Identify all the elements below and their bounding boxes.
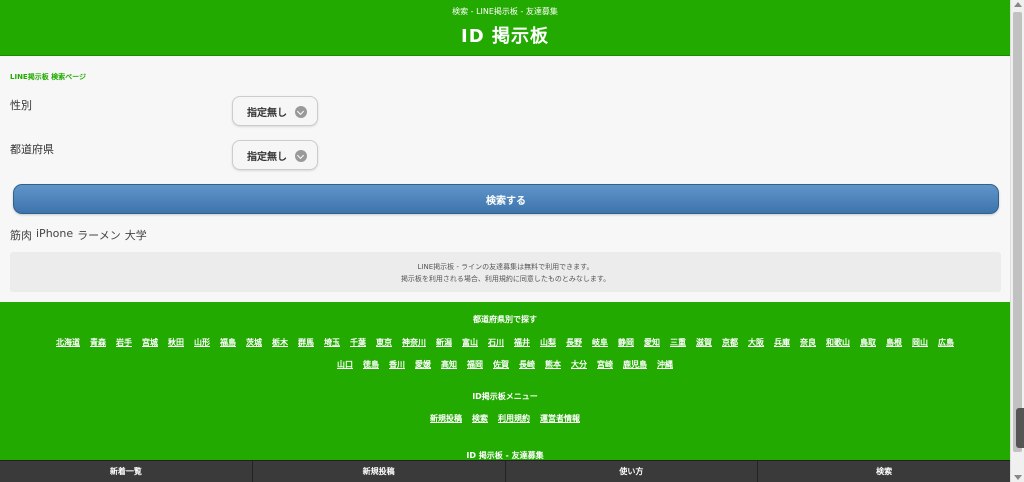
prefecture-link[interactable]: 宮崎 xyxy=(597,359,613,370)
prefecture-link[interactable]: 徳島 xyxy=(363,359,379,370)
chevron-down-icon xyxy=(295,150,307,162)
prefecture-heading: 都道府県別で探す xyxy=(473,315,537,324)
prefecture-link[interactable]: 青森 xyxy=(90,337,106,348)
prefecture-link[interactable]: 鳥取 xyxy=(860,337,876,348)
prefecture-link[interactable]: 大阪 xyxy=(748,337,764,348)
prefecture-link[interactable]: 群馬 xyxy=(298,337,314,348)
gender-select[interactable]: 指定無し xyxy=(232,96,318,126)
prefecture-link[interactable]: 福岡 xyxy=(467,359,483,370)
scrollbar-thumb[interactable] xyxy=(1013,12,1022,452)
prefecture-link[interactable]: 埼玉 xyxy=(324,337,340,348)
prefecture-link[interactable]: 島根 xyxy=(886,337,902,348)
prefecture-select[interactable]: 指定無し xyxy=(232,140,318,170)
prefecture-link[interactable]: 栃木 xyxy=(272,337,288,348)
prefecture-links-row: 北海道 青森 岩手 宮城 秋田 山形 福島 茨城 栃木 群馬 埼玉 千葉 東京 神奈川 新潟 富山 石川 福井 山梨… xyxy=(0,337,1010,348)
menu-link-new-post[interactable]: 新規投稿 xyxy=(430,413,462,424)
prefecture-link[interactable]: 滋賀 xyxy=(696,337,712,348)
notice-line: LINE掲示板 - ラインの友達募集は無料で利用できます。 xyxy=(417,263,594,271)
prefecture-link[interactable]: 茨城 xyxy=(246,337,262,348)
prefecture-link[interactable]: 宮城 xyxy=(142,337,158,348)
prefecture-link[interactable]: 福井 xyxy=(514,337,530,348)
prefecture-link[interactable]: 熊本 xyxy=(545,359,561,370)
prefecture-link[interactable]: 沖縄 xyxy=(657,359,673,370)
nav-how-to[interactable]: 使い方 xyxy=(506,461,759,482)
prefecture-link[interactable]: 東京 xyxy=(376,337,392,348)
prefecture-link[interactable]: 石川 xyxy=(488,337,504,348)
prefecture-link[interactable]: 愛媛 xyxy=(415,359,431,370)
menu-heading: ID掲示板メニュー xyxy=(472,392,538,401)
gender-label: 性別 xyxy=(10,99,32,112)
notice-box: LINE掲示板 - ラインの友達募集は無料で利用できます。 掲示板を利用される場… xyxy=(10,252,1001,292)
menu-link-search[interactable]: 検索 xyxy=(472,413,488,424)
chevron-down-icon xyxy=(295,106,307,118)
prefecture-link[interactable]: 高知 xyxy=(441,359,457,370)
prefecture-link[interactable]: 和歌山 xyxy=(826,337,850,348)
prefecture-link[interactable]: 岐阜 xyxy=(592,337,608,348)
prefecture-link[interactable]: 岩手 xyxy=(116,337,132,348)
site-footer: 都道府県別で探す 北海道 青森 岩手 宮城 秋田 山形 福島 茨城 栃木 群馬 埼玉 千葉 東京 神奈川新… xyxy=(0,302,1010,462)
prefecture-link[interactable]: 佐賀 xyxy=(493,359,509,370)
nav-new-post[interactable]: 新規投稿 xyxy=(253,461,506,482)
page: 検索 - LINE掲示板 - 友達募集 ID 掲示板 LINE掲示板 検索ページ… xyxy=(0,0,1010,482)
prefecture-link[interactable]: 京都 xyxy=(722,337,738,348)
prefecture-label: 都道府県 xyxy=(10,143,54,156)
footer-menu: 新規投稿 検索 利用規約 運営者情報 xyxy=(0,413,1010,424)
prefecture-link[interactable]: 香川 xyxy=(389,359,405,370)
scroll-down-arrow-icon[interactable] xyxy=(1014,475,1022,480)
scroll-up-arrow-icon[interactable] xyxy=(1014,2,1022,7)
prefecture-link[interactable]: 神奈川 xyxy=(402,337,426,348)
prefecture-link[interactable]: 静岡 xyxy=(618,337,634,348)
tag-link[interactable]: ラーメン xyxy=(77,227,121,243)
menu-link-terms[interactable]: 利用規約 xyxy=(498,413,530,424)
prefecture-link[interactable]: 長崎 xyxy=(519,359,535,370)
tag-link[interactable]: 大学 xyxy=(125,227,147,243)
breadcrumb[interactable]: LINE掲示板 検索ページ xyxy=(10,72,86,82)
prefecture-link[interactable]: 三重 xyxy=(670,337,686,348)
prefecture-link[interactable]: 愛知 xyxy=(644,337,660,348)
notice-line: 掲示板を利用される場合、利用規約に同意したものとみなします。 xyxy=(400,275,611,283)
prefecture-link[interactable]: 奈良 xyxy=(800,337,816,348)
tag-link[interactable]: 筋肉 xyxy=(10,227,32,243)
prefecture-links-row: 山口 徳島 香川 愛媛 高知 福岡 佐賀 長崎 熊本 大分 宮崎 鹿児島 沖縄 xyxy=(0,359,1010,370)
prefecture-link[interactable]: 山梨 xyxy=(540,337,556,348)
prefecture-link[interactable]: 北海道 xyxy=(56,337,80,348)
tag-link[interactable]: iPhone xyxy=(36,227,73,243)
prefecture-link[interactable]: 福島 xyxy=(220,337,236,348)
menu-link-operator[interactable]: 運営者情報 xyxy=(540,413,580,424)
prefecture-link[interactable]: 兵庫 xyxy=(774,337,790,348)
prefecture-link[interactable]: 新潟 xyxy=(436,337,452,348)
prefecture-link[interactable]: 秋田 xyxy=(168,337,184,348)
prefecture-link[interactable]: 長野 xyxy=(566,337,582,348)
side-feedback-tab[interactable] xyxy=(1016,408,1024,448)
prefecture-link[interactable]: 千葉 xyxy=(350,337,366,348)
bottom-nav: 新着一覧 新規投稿 使い方 検索 xyxy=(0,460,1010,482)
prefecture-link[interactable]: 岡山 xyxy=(912,337,928,348)
prefecture-link[interactable]: 鹿児島 xyxy=(623,359,647,370)
nav-search[interactable]: 検索 xyxy=(758,461,1010,482)
nav-latest[interactable]: 新着一覧 xyxy=(0,461,253,482)
prefecture-link[interactable]: 富山 xyxy=(462,337,478,348)
search-button[interactable]: 検索する xyxy=(13,184,999,214)
header-subtitle: 検索 - LINE掲示板 - 友達募集 xyxy=(452,7,558,16)
prefecture-link[interactable]: 山形 xyxy=(194,337,210,348)
site-title[interactable]: ID 掲示板 xyxy=(0,22,1010,48)
prefecture-link[interactable]: 大分 xyxy=(571,359,587,370)
prefecture-select-value: 指定無し xyxy=(247,151,287,163)
site-header: 検索 - LINE掲示板 - 友達募集 ID 掲示板 xyxy=(0,0,1010,56)
popular-tags: 筋肉 iPhone ラーメン 大学 xyxy=(10,227,147,243)
prefecture-link[interactable]: 山口 xyxy=(337,359,353,370)
prefecture-link[interactable]: 広島 xyxy=(938,337,954,348)
gender-select-value: 指定無し xyxy=(247,107,287,119)
